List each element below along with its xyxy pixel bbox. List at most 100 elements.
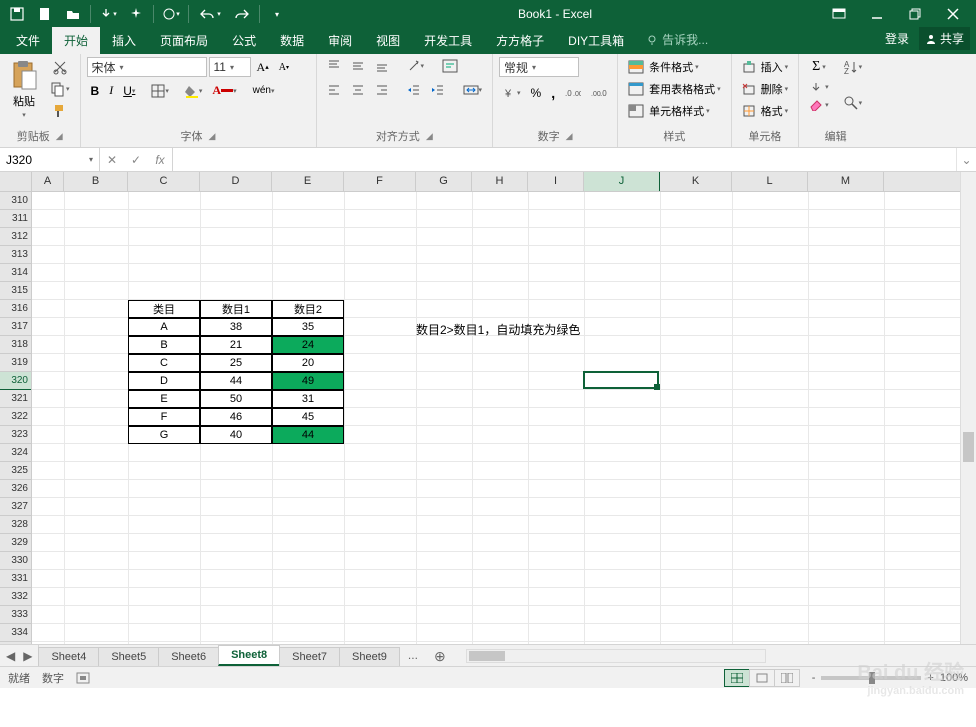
- align-left-button[interactable]: [323, 81, 345, 99]
- cell-E316[interactable]: 数目2: [272, 300, 344, 318]
- tab-diy[interactable]: DIY工具箱: [556, 27, 636, 54]
- autosum-button[interactable]: Σ▾: [805, 57, 833, 77]
- touch-mode-button[interactable]: ▾: [95, 3, 121, 25]
- row-header-313[interactable]: 313: [0, 246, 31, 264]
- col-header-F[interactable]: F: [344, 172, 416, 191]
- row-header-334[interactable]: 334: [0, 624, 31, 642]
- paste-button[interactable]: 粘贴 ▾: [6, 57, 42, 121]
- fill-button[interactable]: ▾: [805, 79, 833, 95]
- cell-E321[interactable]: 31: [272, 390, 344, 408]
- tab-insert[interactable]: 插入: [100, 27, 148, 54]
- col-header-D[interactable]: D: [200, 172, 272, 191]
- zoom-out-button[interactable]: -: [812, 672, 816, 684]
- bold-button[interactable]: B: [87, 82, 104, 100]
- row-header-323[interactable]: 323: [0, 426, 31, 444]
- font-size-select[interactable]: 11▾: [209, 57, 251, 77]
- italic-button[interactable]: I: [105, 81, 117, 100]
- row-header-332[interactable]: 332: [0, 588, 31, 606]
- sheet-tab-Sheet6[interactable]: Sheet6: [158, 647, 219, 666]
- formula-input[interactable]: [173, 148, 956, 171]
- row-header-321[interactable]: 321: [0, 390, 31, 408]
- cell-styles-button[interactable]: 单元格样式▾: [624, 101, 714, 121]
- quickprint-button[interactable]: [123, 3, 149, 25]
- increase-decimal-button[interactable]: .0.00: [561, 85, 585, 101]
- align-middle-button[interactable]: [347, 57, 369, 75]
- col-header-B[interactable]: B: [64, 172, 128, 191]
- page-break-view-button[interactable]: [774, 669, 800, 687]
- col-header-C[interactable]: C: [128, 172, 200, 191]
- decrease-font-button[interactable]: A▾: [275, 60, 293, 75]
- zoom-slider[interactable]: [821, 676, 921, 680]
- sheet-tab-Sheet9[interactable]: Sheet9: [339, 647, 400, 666]
- tab-formula[interactable]: 公式: [220, 27, 268, 54]
- col-header-L[interactable]: L: [732, 172, 808, 191]
- col-header-M[interactable]: M: [808, 172, 884, 191]
- align-bottom-button[interactable]: [371, 57, 393, 75]
- normal-view-button[interactable]: [724, 669, 750, 687]
- row-header-324[interactable]: 324: [0, 444, 31, 462]
- row-header-325[interactable]: 325: [0, 462, 31, 480]
- cell-E320[interactable]: 49: [272, 372, 344, 390]
- restore-button[interactable]: [896, 0, 934, 28]
- horizontal-scrollbar[interactable]: [466, 649, 766, 663]
- align-right-button[interactable]: [371, 81, 393, 99]
- tab-layout[interactable]: 页面布局: [148, 27, 220, 54]
- undo-button[interactable]: ▾: [193, 3, 227, 25]
- row-header-326[interactable]: 326: [0, 480, 31, 498]
- sheet-tab-Sheet4[interactable]: Sheet4: [38, 647, 99, 666]
- cell-C320[interactable]: D: [128, 372, 200, 390]
- insert-cells-button[interactable]: 插入▾: [738, 57, 793, 77]
- sort-filter-button[interactable]: AZ▾: [839, 57, 867, 77]
- phonetic-button[interactable]: wén▾: [249, 83, 279, 98]
- cell-C316[interactable]: 类目: [128, 300, 200, 318]
- cell-C321[interactable]: E: [128, 390, 200, 408]
- increase-indent-button[interactable]: [427, 81, 449, 99]
- comma-button[interactable]: ,: [547, 83, 559, 103]
- cell-D323[interactable]: 40: [200, 426, 272, 444]
- cell-D318[interactable]: 21: [200, 336, 272, 354]
- row-header-316[interactable]: 316: [0, 300, 31, 318]
- font-color-button[interactable]: A▾: [208, 81, 240, 100]
- cell-C317[interactable]: A: [128, 318, 200, 336]
- cell-D317[interactable]: 38: [200, 318, 272, 336]
- tab-review[interactable]: 审阅: [316, 27, 364, 54]
- touch2-button[interactable]: ▾: [158, 3, 184, 25]
- share-button[interactable]: 共享: [919, 27, 970, 50]
- font-name-select[interactable]: 宋体▾: [87, 57, 207, 77]
- minimize-button[interactable]: [858, 0, 896, 28]
- zoom-in-button[interactable]: +: [927, 672, 933, 684]
- zoom-level[interactable]: 100%: [940, 672, 968, 684]
- cell-C322[interactable]: F: [128, 408, 200, 426]
- row-header-333[interactable]: 333: [0, 606, 31, 624]
- copy-button[interactable]: ▾: [46, 79, 74, 99]
- delete-cells-button[interactable]: 删除▾: [738, 79, 793, 99]
- clear-button[interactable]: ▾: [805, 97, 833, 113]
- find-button[interactable]: ▾: [839, 93, 867, 113]
- qat-customize[interactable]: ▾: [264, 3, 290, 25]
- macro-indicator[interactable]: [76, 672, 90, 684]
- login-link[interactable]: 登录: [885, 30, 909, 47]
- tab-fangfang[interactable]: 方方格子: [484, 27, 556, 54]
- decrease-decimal-button[interactable]: .00.0: [587, 85, 611, 101]
- cells-area[interactable]: 类目数目1数目2A3835B2124C2520D4449E5031F4645G4…: [32, 192, 960, 644]
- conditional-format-button[interactable]: 条件格式▾: [624, 57, 703, 77]
- col-header-G[interactable]: G: [416, 172, 472, 191]
- format-painter-button[interactable]: [46, 101, 74, 121]
- row-header-310[interactable]: 310: [0, 192, 31, 210]
- row-header-330[interactable]: 330: [0, 552, 31, 570]
- font-launcher[interactable]: ◢: [209, 131, 216, 142]
- tab-developer[interactable]: 开发工具: [412, 27, 484, 54]
- cut-button[interactable]: [46, 57, 74, 77]
- row-header-327[interactable]: 327: [0, 498, 31, 516]
- table-format-button[interactable]: 套用表格格式▾: [624, 79, 725, 99]
- col-header-K[interactable]: K: [660, 172, 732, 191]
- row-header-311[interactable]: 311: [0, 210, 31, 228]
- cell-E322[interactable]: 45: [272, 408, 344, 426]
- sheet-tab-Sheet8[interactable]: Sheet8: [218, 645, 280, 666]
- col-header-J[interactable]: J: [584, 172, 660, 191]
- cell-E318[interactable]: 24: [272, 336, 344, 354]
- cell-D322[interactable]: 46: [200, 408, 272, 426]
- number-format-select[interactable]: 常规▾: [499, 57, 579, 77]
- cell-E323[interactable]: 44: [272, 426, 344, 444]
- fx-button[interactable]: fx: [148, 153, 172, 167]
